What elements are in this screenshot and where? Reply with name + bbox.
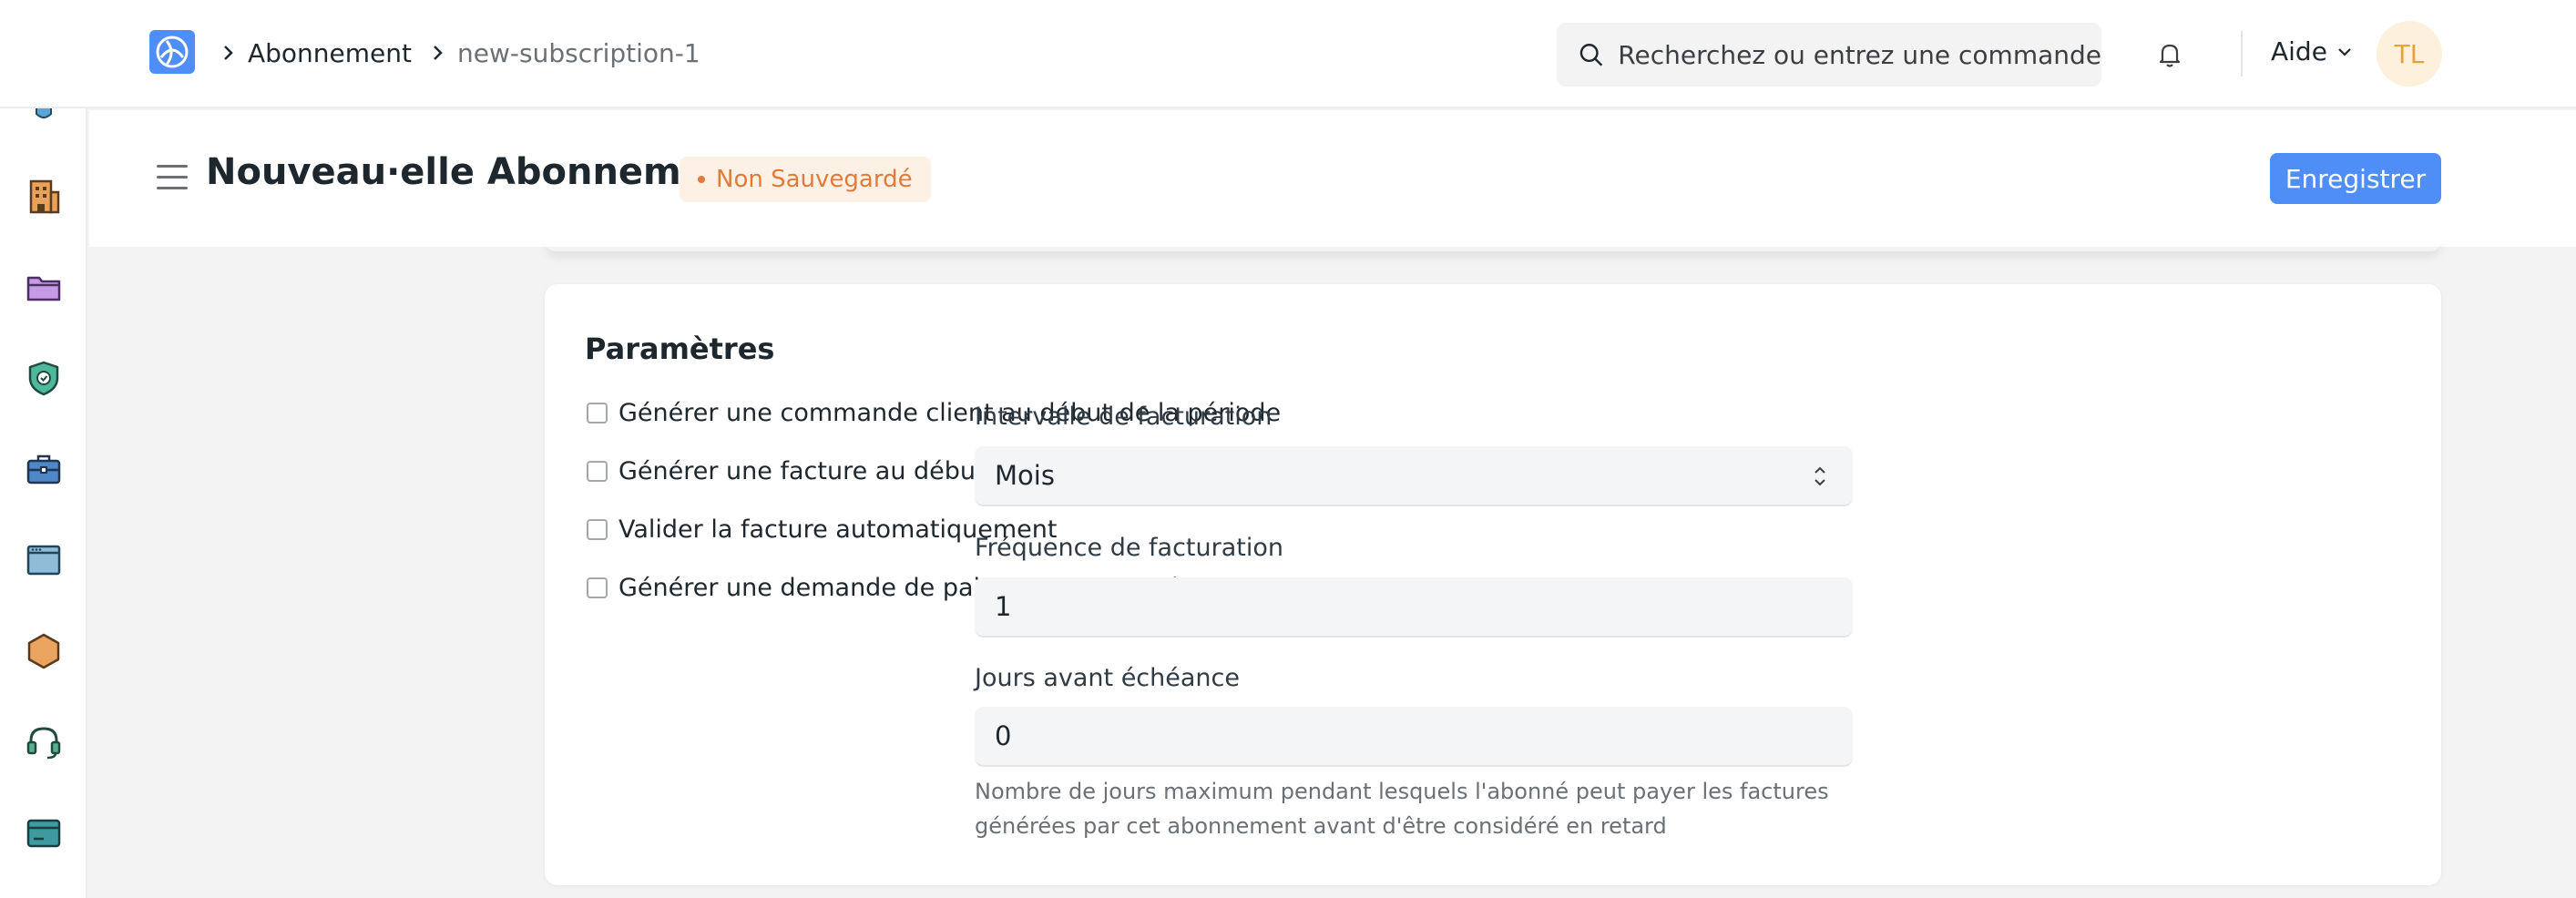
billing-interval-value: Mois <box>995 460 1055 491</box>
building-icon[interactable] <box>24 176 64 216</box>
window-icon[interactable] <box>24 540 64 580</box>
partial-icon <box>36 108 52 118</box>
breadcrumb-item-subscription[interactable]: Abonnement <box>248 38 412 68</box>
billing-interval-select[interactable]: Mois <box>975 446 1853 506</box>
select-arrows-icon <box>1814 466 1825 486</box>
help-dropdown[interactable]: Aide <box>2271 36 2353 66</box>
header-section-edge <box>545 239 2441 251</box>
status-badge-label: Non Sauvegardé <box>716 166 913 193</box>
settings-card: Paramètres Générer une commande client a… <box>545 284 2441 885</box>
page-title: Nouveau·elle Abonnement <box>206 151 750 193</box>
help-label: Aide <box>2271 36 2327 66</box>
chevron-right-icon <box>424 39 452 66</box>
breadcrumb: Abonnement new-subscription-1 <box>215 35 700 71</box>
status-dot-icon <box>698 176 705 183</box>
billing-frequency-input[interactable]: 1 <box>975 577 1853 638</box>
checkbox[interactable] <box>587 461 608 482</box>
chevron-down-icon <box>2338 47 2351 56</box>
folder-icon[interactable] <box>24 267 64 307</box>
search-icon <box>1579 44 1603 66</box>
hexagon-icon[interactable] <box>24 631 64 671</box>
days-until-due-input[interactable]: 0 <box>975 707 1853 767</box>
billing-frequency-label: Fréquence de facturation <box>975 534 1283 562</box>
app-logo-icon[interactable] <box>149 30 195 74</box>
chevron-right-icon <box>215 39 242 66</box>
days-until-due-value: 0 <box>995 720 1012 751</box>
checkbox[interactable] <box>587 577 608 598</box>
card-icon[interactable] <box>24 813 64 853</box>
save-button[interactable]: Enregistrer <box>2270 153 2441 204</box>
shield-check-icon[interactable] <box>24 358 64 398</box>
search-input[interactable]: Recherchez ou entrez une commande <box>1618 40 2101 70</box>
billing-frequency-value: 1 <box>995 591 1012 622</box>
section-title: Paramètres <box>585 332 775 366</box>
search-bar[interactable]: Recherchez ou entrez une commande <box>1557 23 2101 87</box>
breadcrumb-item-current: new-subscription-1 <box>457 37 700 68</box>
headset-icon[interactable] <box>24 722 64 762</box>
days-until-due-label: Jours avant échéance <box>975 664 1240 692</box>
top-navbar: Abonnement new-subscription-1 Recherchez… <box>0 0 2576 108</box>
checkbox[interactable] <box>587 519 608 540</box>
days-until-due-help-text: Nombre de jours maximum pendant lesquels… <box>975 779 1829 839</box>
navbar-divider <box>2241 31 2243 77</box>
checkbox[interactable] <box>587 403 608 423</box>
notification-bell-icon[interactable] <box>2155 40 2184 69</box>
avatar[interactable]: TL <box>2377 21 2442 87</box>
menu-toggle-icon[interactable] <box>157 165 188 190</box>
sidebar <box>0 108 87 898</box>
status-badge: Non Sauvegardé <box>680 157 931 202</box>
billing-interval-label: Intervalle de facturation <box>975 403 1273 431</box>
briefcase-icon[interactable] <box>24 449 64 489</box>
